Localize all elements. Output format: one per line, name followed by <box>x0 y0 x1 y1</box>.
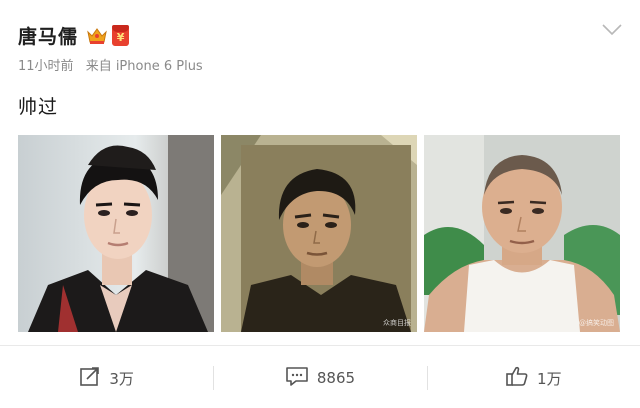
like-button[interactable]: 1万 <box>426 350 640 406</box>
photo-3-watermark: @搞笑动图 <box>579 319 614 327</box>
photo-3[interactable]: @搞笑动图 <box>424 135 620 332</box>
photo-2-watermark: 众商目报 <box>383 319 411 327</box>
chevron-down-icon[interactable] <box>600 22 624 38</box>
action-bar: 3万 8865 1万 <box>0 350 640 406</box>
weibo-post: 唐马儒 ¥ 11小时前 来自 iPhone 6 Plus 帅过 众商目报 @搞笑… <box>0 0 640 408</box>
repost-count: 3万 <box>109 369 134 388</box>
like-count: 1万 <box>537 369 562 388</box>
post-text: 帅过 <box>18 96 59 118</box>
post-header: 唐马儒 ¥ <box>18 22 130 49</box>
photo-grid: 众商目报 @搞笑动图 <box>18 135 620 332</box>
comment-button[interactable]: 8865 <box>213 350 426 406</box>
red-packet-symbol: ¥ <box>116 31 125 44</box>
comment-count: 8865 <box>316 369 356 387</box>
post-time: 11小时前 <box>18 59 74 74</box>
post-meta: 11小时前 来自 iPhone 6 Plus <box>18 55 203 74</box>
post-source[interactable]: 来自 iPhone 6 Plus <box>86 59 203 74</box>
author-name[interactable]: 唐马儒 <box>18 22 78 49</box>
crown-vip-icon[interactable] <box>86 26 108 46</box>
red-packet-icon[interactable]: ¥ <box>112 25 130 46</box>
photo-2[interactable]: 众商目报 <box>221 135 417 332</box>
actions-divider <box>0 345 640 346</box>
like-icon <box>505 365 537 391</box>
comment-icon <box>285 365 317 391</box>
repost-button[interactable]: 3万 <box>0 350 213 406</box>
photo-1[interactable] <box>18 135 214 332</box>
repost-icon <box>79 365 109 391</box>
